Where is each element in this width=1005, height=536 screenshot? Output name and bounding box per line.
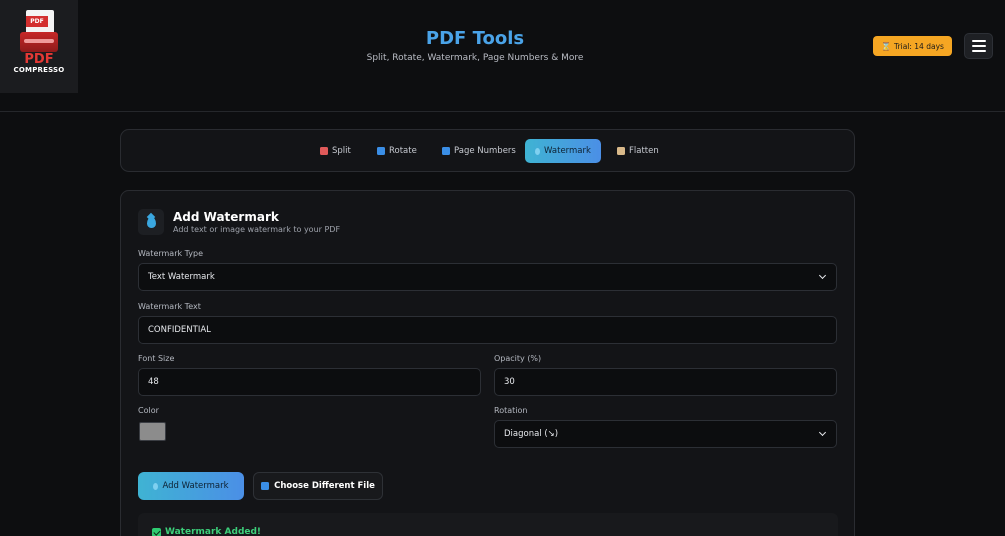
color-picker[interactable] <box>139 422 166 441</box>
refresh-icon <box>261 482 270 490</box>
add-watermark-label: Add Watermark <box>162 481 229 491</box>
rotation-label: Rotation <box>494 406 528 415</box>
tool-tabs: Split Rotate Page Numbers Watermark Flat… <box>120 129 855 172</box>
tab-rotate[interactable]: Rotate <box>369 139 425 163</box>
numbers-icon <box>442 147 450 155</box>
hamburger-menu-button[interactable] <box>964 33 993 59</box>
watermark-text-label: Watermark Text <box>138 302 201 311</box>
logo-brand-name: COMPRESSO <box>13 66 65 74</box>
trial-badge-label: Trial: 14 days <box>894 41 944 51</box>
tab-label: Rotate <box>389 146 417 156</box>
result-panel: Watermark Added! <box>138 513 838 536</box>
choose-different-file-button[interactable]: Choose Different File <box>253 472 383 500</box>
rotation-select[interactable]: Diagonal (↘) <box>494 420 837 448</box>
droplet-icon <box>535 147 541 155</box>
checkmark-icon <box>152 528 161 536</box>
header-divider <box>0 111 1005 112</box>
result-status-text: Watermark Added! <box>165 527 262 536</box>
tab-split[interactable]: Split <box>312 139 359 163</box>
font-size-label: Font Size <box>138 354 175 363</box>
tab-label: Watermark <box>544 146 591 156</box>
opacity-label: Opacity (%) <box>494 354 542 363</box>
watermark-text-value: CONFIDENTIAL <box>148 325 211 335</box>
hourglass-icon: ⌛ <box>881 41 892 51</box>
hamburger-menu-icon <box>971 40 986 42</box>
watermark-type-value: Text Watermark <box>148 272 215 282</box>
rotate-icon <box>377 147 385 155</box>
rotation-value: Diagonal (↘) <box>504 429 559 439</box>
watermark-type-label: Watermark Type <box>138 249 204 258</box>
watermark-type-select[interactable]: Text Watermark <box>138 263 837 291</box>
tab-page-numbers[interactable]: Page Numbers <box>434 139 524 163</box>
font-size-value: 48 <box>148 377 159 387</box>
tab-watermark[interactable]: Watermark <box>525 139 601 163</box>
choose-file-label: Choose Different File <box>274 481 375 491</box>
droplet-icon <box>153 482 159 490</box>
color-label: Color <box>138 406 159 415</box>
scissors-icon <box>320 147 328 155</box>
page-title: PDF Tools <box>425 28 525 49</box>
tab-label: Flatten <box>629 146 659 156</box>
chevron-down-icon <box>818 271 827 280</box>
font-size-input[interactable]: 48 <box>138 368 481 396</box>
chevron-down-icon <box>818 428 827 437</box>
tab-label: Split <box>332 146 351 156</box>
watermark-text-input[interactable]: CONFIDENTIAL <box>138 316 837 344</box>
section-subtitle: Add text or image watermark to your PDF <box>173 225 341 234</box>
opacity-value: 30 <box>504 377 515 387</box>
clipboard-icon <box>617 147 625 155</box>
add-watermark-button[interactable]: Add Watermark <box>138 472 244 500</box>
trial-badge[interactable]: ⌛ Trial: 14 days <box>873 36 952 56</box>
droplet-icon <box>138 209 164 235</box>
page-subtitle: Split, Rotate, Watermark, Page Numbers &… <box>366 53 584 63</box>
tab-flatten[interactable]: Flatten <box>609 139 667 163</box>
logo-band-text: PDF <box>26 16 48 27</box>
section-title: Add Watermark <box>173 210 279 224</box>
opacity-input[interactable]: 30 <box>494 368 837 396</box>
tab-label: Page Numbers <box>454 146 516 156</box>
watermark-panel: Add Watermark Add text or image watermar… <box>120 190 855 536</box>
